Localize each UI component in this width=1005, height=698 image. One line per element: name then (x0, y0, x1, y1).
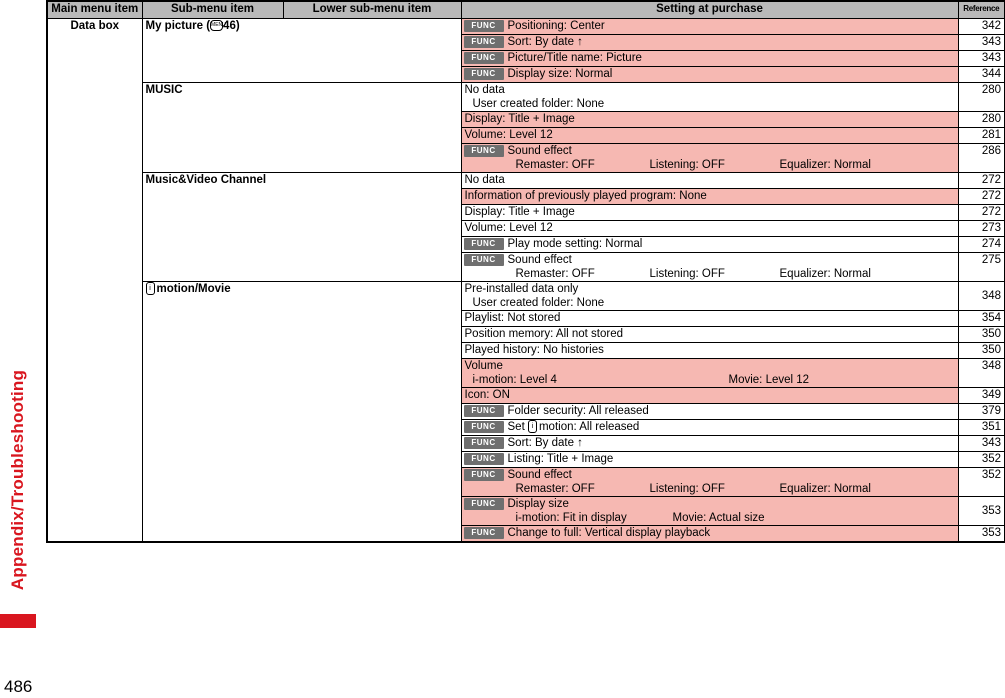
reference-page: 272 (957, 204, 1005, 221)
reference-page: 343 (957, 34, 1005, 51)
reference-page: 352 (957, 451, 1005, 468)
setting-cell: Display: Title + Image (460, 111, 959, 128)
setting-cell: FUNC Display size: Normal (460, 66, 959, 83)
table-row: i motion/Movie Pre-installed data only Use… (47, 281, 1005, 543)
reference-page: 349 (957, 387, 1005, 404)
reference-page: 272 (957, 188, 1005, 205)
reference-page: 280 (957, 82, 1005, 112)
reference-page: 286 (957, 143, 1005, 173)
reference-page: 343 (957, 435, 1005, 452)
func-icon: FUNC (463, 254, 504, 266)
func-icon: FUNC (463, 498, 504, 510)
setting-cell: FUNC Sound effect Remaster: OFF Listening: … (460, 252, 959, 282)
reference-page: 348 (957, 281, 1005, 311)
table-row: Music&Video Channel No data 272 (47, 172, 1005, 282)
func-icon: FUNC (463, 145, 504, 157)
setting-cell: FUNC Sort: By date ↑ (460, 435, 959, 452)
func-icon: FUNC (463, 421, 504, 433)
table-row: Data box My picture (MENU46) FUNC Positio… (46, 18, 1005, 543)
reference-page: 273 (957, 220, 1005, 237)
setting-cell: FUNC Set i motion: All released (460, 419, 959, 436)
section-label: Appendix/Troubleshooting (8, 369, 27, 591)
func-icon: FUNC (463, 405, 504, 417)
setting-cell: FUNC Sound effect Remaster: OFF Listening: … (460, 143, 959, 173)
setting-cell: FUNC Play mode setting: Normal (460, 236, 959, 253)
setting-cell: No data User created folder: None (460, 82, 959, 112)
func-icon: FUNC (463, 453, 504, 465)
side-tab: Appendix/Troubleshooting (0, 0, 36, 698)
setting-cell: No data (460, 172, 959, 189)
reference-page: 350 (957, 326, 1005, 343)
sub-menu-music: MUSIC (141, 82, 462, 173)
menu-key-icon: MENU (210, 20, 226, 32)
settings-table: Main menu item Sub-menu item Lower sub-m… (46, 0, 1005, 543)
reference-page: 343 (957, 50, 1005, 67)
header-reference: Reference (957, 0, 1005, 19)
header-setting: Setting at purchase (460, 0, 959, 19)
reference-page: 350 (957, 342, 1005, 359)
setting-cell: Volume i-motion: Level 4 Movie: Level 12 (460, 358, 959, 388)
setting-cell: Playlist: Not stored (460, 310, 959, 327)
setting-cell: FUNC Sound effect Remaster: OFF Listening: … (460, 467, 959, 497)
reference-page: 348 (957, 358, 1005, 388)
setting-cell: FUNC Listing: Title + Image (460, 451, 959, 468)
reference-page: 351 (957, 419, 1005, 436)
setting-cell: Icon: ON (460, 387, 959, 404)
reference-page: 275 (957, 252, 1005, 282)
i-mode-icon: i (527, 420, 537, 434)
section-marker (0, 614, 36, 628)
reference-page: 274 (957, 236, 1005, 253)
reference-page: 281 (957, 127, 1005, 144)
i-mode-icon: i (145, 282, 155, 296)
sub-menu-my-picture: My picture (MENU46) (141, 18, 462, 83)
func-icon: FUNC (463, 437, 504, 449)
header-sub-menu: Sub-menu item (141, 0, 284, 19)
header-main-menu: Main menu item (46, 0, 143, 19)
func-icon: FUNC (463, 68, 504, 80)
setting-cell: FUNC Display size i-motion: Fit in display… (460, 496, 959, 526)
header-row: Main menu item Sub-menu item Lower sub-m… (46, 0, 1005, 19)
setting-cell: Position memory: All not stored (460, 326, 959, 343)
reference-page: 354 (957, 310, 1005, 327)
reference-page: 352 (957, 467, 1005, 497)
reference-page: 280 (957, 111, 1005, 128)
sub-menu-music-video-channel: Music&Video Channel (141, 172, 462, 282)
setting-cell: Pre-installed data only User created fold… (460, 281, 959, 311)
setting-cell: FUNC Change to full: Vertical display pla… (460, 525, 959, 543)
func-icon: FUNC (463, 238, 504, 250)
reference-page: 272 (957, 172, 1005, 189)
reference-page: 353 (957, 496, 1005, 526)
func-icon: FUNC (463, 469, 504, 481)
func-icon: FUNC (463, 527, 504, 539)
reference-page: 344 (957, 66, 1005, 83)
page-number: 486 (4, 677, 33, 696)
setting-cell: Display: Title + Image (460, 204, 959, 221)
setting-cell: FUNC Positioning: Center (460, 18, 959, 35)
setting-cell: FUNC Sort: By date ↑ (460, 34, 959, 51)
func-icon: FUNC (463, 20, 504, 32)
func-icon: FUNC (463, 36, 504, 48)
func-icon: FUNC (463, 52, 504, 64)
sub-menu-imotion-movie: i motion/Movie (141, 281, 462, 543)
main-menu-item: Data box (46, 18, 143, 543)
reference-page: 379 (957, 403, 1005, 420)
setting-cell: Volume: Level 12 (460, 220, 959, 237)
setting-cell: Volume: Level 12 (460, 127, 959, 144)
setting-cell: FUNC Folder security: All released (460, 403, 959, 420)
table-row: MUSIC No data User created folder: None 2… (47, 82, 1005, 173)
reference-page: 342 (957, 18, 1005, 35)
setting-cell: FUNC Picture/Title name: Picture (460, 50, 959, 67)
header-lower-sub-menu: Lower sub-menu item (282, 0, 462, 19)
reference-page: 353 (957, 525, 1005, 543)
setting-cell: Played history: No histories (460, 342, 959, 359)
setting-cell: Information of previously played program… (460, 188, 959, 205)
